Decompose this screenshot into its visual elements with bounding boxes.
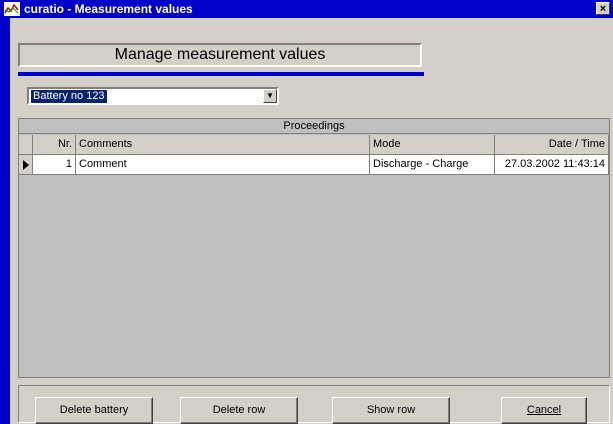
close-icon[interactable]: × [596, 2, 610, 15]
dialog-content: Manage measurement values Battery no 123… [10, 18, 613, 424]
table-header: Nr. Comments Mode Date / Time [19, 135, 609, 155]
cancel-button[interactable]: Cancel [501, 397, 587, 424]
title-bar[interactable]: curatio - Measurement values × [0, 0, 613, 18]
table-row[interactable]: 1 Comment Discharge - Charge 27.03.2002 … [19, 155, 609, 175]
proceedings-table[interactable]: Proceedings Nr. Comments Mode Date / Tim… [18, 118, 610, 378]
page-title: Manage measurement values [18, 43, 422, 67]
column-header-datetime[interactable]: Date / Time [495, 135, 609, 155]
button-panel: Delete battery Delete row Show row Cance… [18, 385, 610, 424]
show-row-button[interactable]: Show row [332, 397, 450, 424]
header-accent-bar [18, 72, 424, 76]
delete-battery-button[interactable]: Delete battery [35, 397, 153, 424]
proceedings-caption: Proceedings [19, 119, 609, 134]
chart-icon [4, 2, 20, 16]
triangle-right-icon [23, 160, 29, 170]
chevron-down-icon[interactable]: ▼ [263, 89, 277, 103]
cell-nr[interactable]: 1 [33, 155, 76, 175]
measurement-values-window: curatio - Measurement values × Manage me… [0, 0, 613, 424]
column-header-comments[interactable]: Comments [76, 135, 370, 155]
column-header-mode[interactable]: Mode [370, 135, 495, 155]
cell-datetime[interactable]: 27.03.2002 11:43:14 [495, 155, 609, 175]
battery-select-value: Battery no 123 [31, 90, 107, 103]
column-header-nr[interactable]: Nr. [33, 135, 76, 155]
battery-select[interactable]: Battery no 123 ▼ [27, 87, 279, 105]
window-title: curatio - Measurement values [24, 2, 193, 16]
cell-mode[interactable]: Discharge - Charge [370, 155, 495, 175]
cell-comment[interactable]: Comment [76, 155, 370, 175]
row-indicator-header [19, 135, 33, 155]
window-left-edge [0, 18, 10, 424]
delete-row-button[interactable]: Delete row [180, 397, 298, 424]
row-indicator[interactable] [19, 155, 33, 175]
